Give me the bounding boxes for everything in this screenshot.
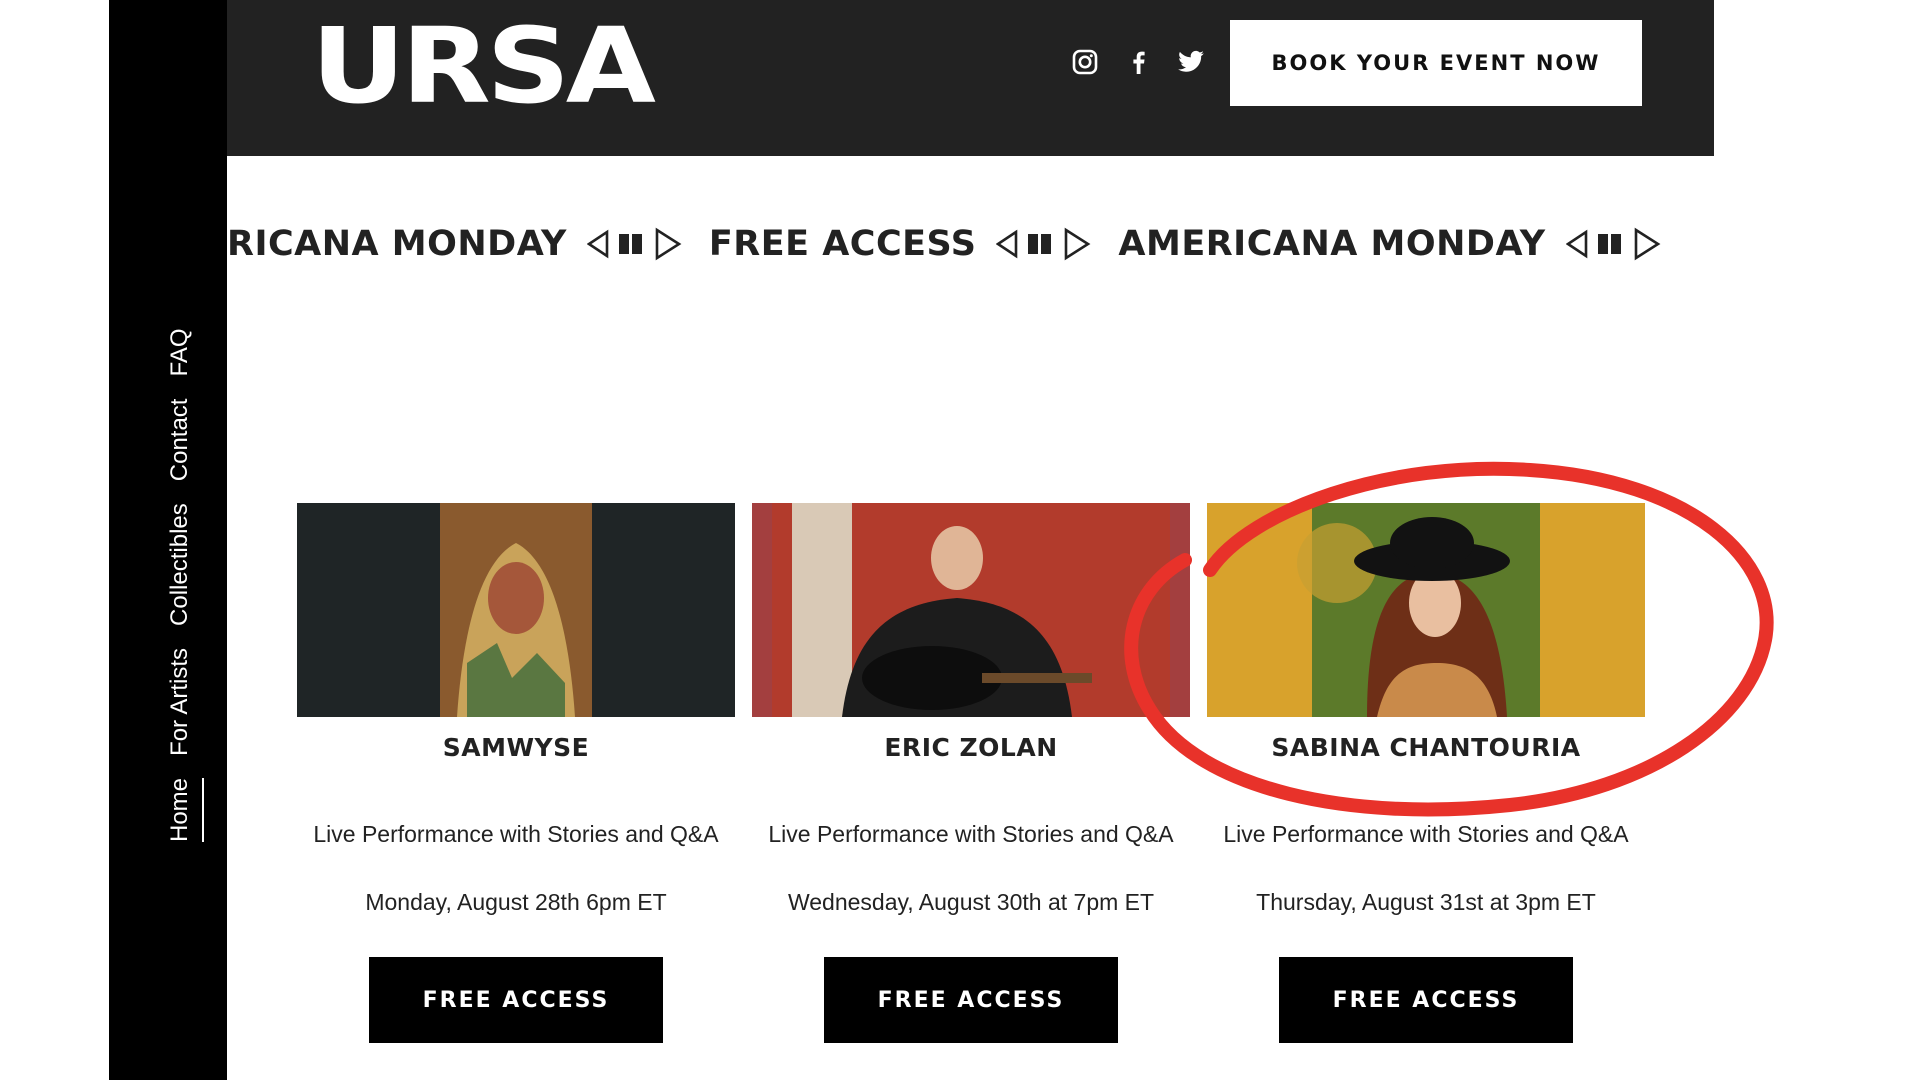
twitter-icon[interactable] <box>1177 48 1205 76</box>
next-icon <box>655 227 682 261</box>
pause-icon-left <box>1597 234 1608 254</box>
pause-icon-right <box>631 234 642 254</box>
next-icon <box>1634 227 1660 261</box>
marquee-item: FREE ACCESS <box>708 224 977 264</box>
marquee-track: RICANA MONDAY FREE ACCESS AMERICANA MOND… <box>227 218 1688 270</box>
free-access-button[interactable]: FREE ACCESS <box>369 957 663 1043</box>
photo-guitar <box>862 646 1002 710</box>
photo-guitar-neck <box>982 673 1092 683</box>
artist-photo[interactable] <box>297 503 735 717</box>
event-description: Live Performance with Stories and Q&A <box>1223 821 1629 847</box>
pause-icon-left <box>618 234 629 254</box>
pause-icon-right <box>1041 234 1052 254</box>
prev-icon <box>1565 229 1587 259</box>
event-date: Monday, August 28th 6pm ET <box>365 889 667 915</box>
free-access-button[interactable]: FREE ACCESS <box>824 957 1118 1043</box>
artist-name: SABINA CHANTOURIA <box>1271 733 1581 762</box>
event-description: Live Performance with Stories and Q&A <box>768 821 1174 847</box>
nav-item-faq[interactable]: FAQ <box>166 329 204 377</box>
marquee-controls <box>586 227 687 261</box>
instagram-icon[interactable] <box>1071 48 1099 76</box>
event-date: Thursday, August 31st at 3pm ET <box>1256 889 1596 915</box>
marquee-item: AMERICANA MONDAY <box>1118 224 1546 264</box>
photo-hat-crown <box>1390 517 1474 569</box>
photo-face <box>488 562 544 634</box>
pause-icon-left <box>1028 234 1039 254</box>
photo-face <box>931 526 983 590</box>
side-nav-list: Home For Artists Collectibles Contact FA… <box>166 329 204 842</box>
facebook-icon[interactable] <box>1125 48 1153 76</box>
artist-name: SAMWYSE <box>442 733 590 762</box>
nav-item-contact[interactable]: Contact <box>166 399 204 482</box>
marquee-item: RICANA MONDAY <box>227 224 567 264</box>
nav-item-home[interactable]: Home <box>166 777 204 842</box>
prev-icon <box>996 229 1018 259</box>
side-nav: Home For Artists Collectibles Contact FA… <box>109 0 227 1080</box>
page: Home For Artists Collectibles Contact FA… <box>0 0 1920 1080</box>
marquee-controls <box>996 227 1096 261</box>
event-description: Live Performance with Stories and Q&A <box>313 821 719 847</box>
event-date: Wednesday, August 30th at 7pm ET <box>787 889 1155 915</box>
photo-door <box>792 503 852 717</box>
free-access-button[interactable]: FREE ACCESS <box>1279 957 1573 1043</box>
book-event-button[interactable]: BOOK YOUR EVENT NOW <box>1230 20 1642 106</box>
nav-item-collectibles[interactable]: Collectibles <box>166 503 204 626</box>
artist-photo[interactable] <box>752 503 1190 717</box>
artist-name: ERIC ZOLAN <box>884 733 1058 762</box>
nav-item-for-artists[interactable]: For Artists <box>166 648 204 756</box>
artist-photo[interactable] <box>1207 503 1645 717</box>
ursa-logo[interactable]: URSA <box>311 14 656 118</box>
site-header: URSA BOOK YOUR EVENT NOW <box>227 0 1714 156</box>
marquee-controls <box>1565 227 1666 261</box>
prev-icon <box>586 229 609 259</box>
next-icon <box>1065 227 1091 261</box>
pause-icon-right <box>1610 234 1621 254</box>
marquee-banner: RICANA MONDAY FREE ACCESS AMERICANA MOND… <box>227 218 1714 270</box>
